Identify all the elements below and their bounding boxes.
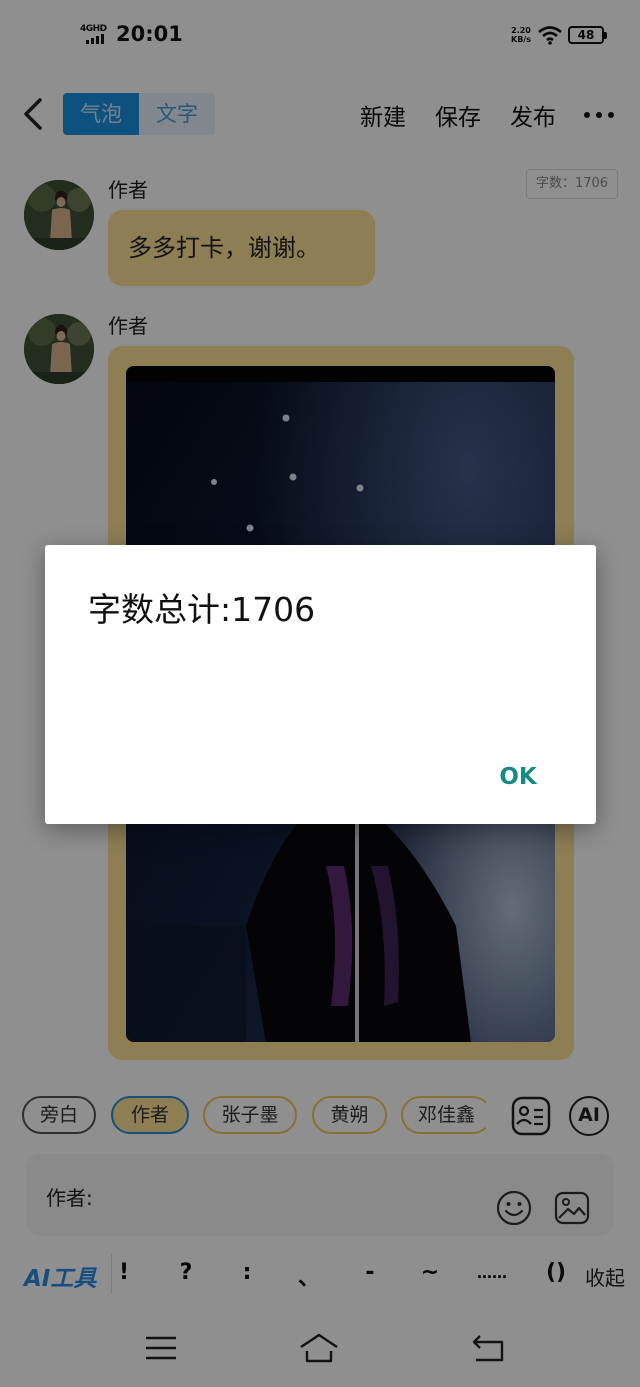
dialog-message: 字数总计:1706 [88,590,316,629]
ok-button[interactable]: OK [488,757,548,797]
word-count-dialog: 字数总计:1706 OK [45,545,596,824]
